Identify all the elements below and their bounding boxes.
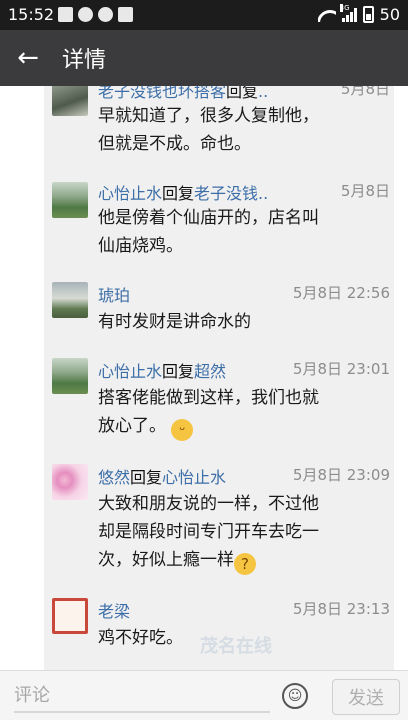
signal-icon: 3G <box>339 3 357 22</box>
comment-feed[interactable]: 老子没钱也坏搭客回复.. 5月8日 早就知道了，很多人复制他， 但就是不成。命也… <box>0 86 408 670</box>
grin-emoji-icon: ᵕ <box>171 419 194 441</box>
avatar[interactable] <box>52 86 88 116</box>
watermark: 茂名在线 <box>200 636 272 657</box>
comment-time: 5月8日 23:13 <box>292 600 390 618</box>
comment-item[interactable]: 琥珀 5月8日 22:56 有时发财是讲命水的 <box>52 282 390 346</box>
comment-line: 仙庙烧鸡。 <box>98 236 183 256</box>
comment-header: 心怡止水回复超然 5月8日 23:01 <box>98 358 390 382</box>
status-right: 3G 50 <box>318 3 400 24</box>
comment-header: 老梁 5月8日 23:13 <box>98 598 390 622</box>
thinking-emoji-icon: ? <box>234 553 256 575</box>
reply-word: 回复 <box>130 468 163 487</box>
smiley-icon: ☺ <box>287 688 303 704</box>
reply-word: 回复 <box>162 184 195 203</box>
comment-text: 他是傍着个仙庙开的，店名叫 仙庙烧鸡。 <box>98 204 386 260</box>
back-button[interactable]: ← <box>0 30 56 86</box>
comment-time: 5月8日 23:09 <box>292 466 390 484</box>
comment-time: 5月8日 22:56 <box>292 284 390 302</box>
news-icon <box>118 7 133 22</box>
app-bar: ← 详情 <box>0 30 408 86</box>
comment-line: 但就是不成。命也。 <box>98 134 251 154</box>
commenter-name[interactable]: 老子没钱也坏搭客 <box>98 86 226 101</box>
avatar[interactable] <box>52 182 88 218</box>
comment-line: 却是隔段时间专门开车去吃一 <box>98 522 319 542</box>
comment-text: 大致和朋友说的一样，不过他 却是隔段时间专门开车去吃一 次，好似上瘾一样? <box>98 490 386 575</box>
reply-to-name[interactable]: 超然 <box>194 362 226 381</box>
comment-item[interactable]: 心怡止水回复超然 5月8日 23:01 搭客佬能做到这样，我们也就 放心了。 ᵕ <box>52 358 390 454</box>
avatar[interactable] <box>52 464 88 500</box>
comment-line: 大致和朋友说的一样，不过他 <box>98 494 319 514</box>
page-title: 详情 <box>62 48 107 73</box>
commenter-name[interactable]: 心怡止水 <box>98 362 162 381</box>
reply-word: 回复 <box>162 362 195 381</box>
avatar[interactable] <box>52 282 88 318</box>
comment-header: 心怡止水回复老子没钱.. 5月8日 <box>98 180 390 204</box>
comment-line: 早就知道了，很多人复制他， <box>98 106 319 126</box>
avatar[interactable] <box>52 358 88 394</box>
send-button[interactable]: 发送 <box>332 679 400 715</box>
comment-line: 搭客佬能做到这样，我们也就 <box>98 388 319 408</box>
status-time: 15:52 <box>8 5 55 24</box>
avatar[interactable] <box>52 598 88 634</box>
notification-icons <box>58 7 133 22</box>
sync-icon <box>78 7 93 22</box>
image-icon <box>58 7 73 22</box>
comment-time: 5月8日 23:01 <box>292 360 390 378</box>
reply-word: 回复 <box>226 86 259 101</box>
comment-text: 搭客佬能做到这样，我们也就 放心了。 ᵕ <box>98 384 386 441</box>
reply-to-name[interactable]: .. <box>258 86 268 101</box>
comment-input[interactable] <box>14 679 270 713</box>
comment-header: 悠然回复心怡止水 5月8日 23:09 <box>98 464 390 488</box>
commenter-name[interactable]: 老梁 <box>98 602 130 621</box>
commenter-name[interactable]: 悠然 <box>98 468 130 487</box>
comment-line: 次，好似上瘾一样 <box>98 550 234 570</box>
reply-to-name[interactable]: 老子没钱.. <box>194 184 268 203</box>
comment-header: 琥珀 5月8日 22:56 <box>98 282 390 306</box>
commenter-name[interactable]: 琥珀 <box>98 286 130 305</box>
comment-header: 老子没钱也坏搭客回复.. 5月8日 <box>98 86 390 102</box>
network-type: 3G <box>339 3 350 12</box>
comment-item[interactable]: 老子没钱也坏搭客回复.. 5月8日 早就知道了，很多人复制他， 但就是不成。命也… <box>52 86 390 170</box>
alarm-icon <box>98 7 113 22</box>
comment-input-bar: ☺ 发送 <box>0 670 408 720</box>
comment-item[interactable]: 心怡止水回复老子没钱.. 5月8日 他是傍着个仙庙开的，店名叫 仙庙烧鸡。 <box>52 180 390 270</box>
reply-to-name[interactable]: 心怡止水 <box>162 468 226 487</box>
battery-level: 50 <box>379 5 400 24</box>
comment-text: 有时发财是讲命水的 <box>98 308 386 336</box>
battery-icon <box>362 6 374 23</box>
status-bar: 15:52 3G 50 <box>0 0 408 30</box>
wifi-icon <box>318 8 336 22</box>
commenter-name[interactable]: 心怡止水 <box>98 184 162 203</box>
comment-time: 5月8日 <box>340 182 390 200</box>
comment-time: 5月8日 <box>340 86 390 98</box>
comment-line: 他是傍着个仙庙开的，店名叫 <box>98 208 319 228</box>
emoji-button[interactable]: ☺ <box>282 683 308 709</box>
comment-text: 早就知道了，很多人复制他， 但就是不成。命也。 <box>98 102 386 158</box>
comment-line: 放心了。 <box>98 416 166 436</box>
comment-item[interactable]: 悠然回复心怡止水 5月8日 23:09 大致和朋友说的一样，不过他 却是隔段时间… <box>52 464 390 588</box>
comment-line: 有时发财是讲命水的 <box>98 312 251 332</box>
back-arrow-icon: ← <box>17 43 39 73</box>
